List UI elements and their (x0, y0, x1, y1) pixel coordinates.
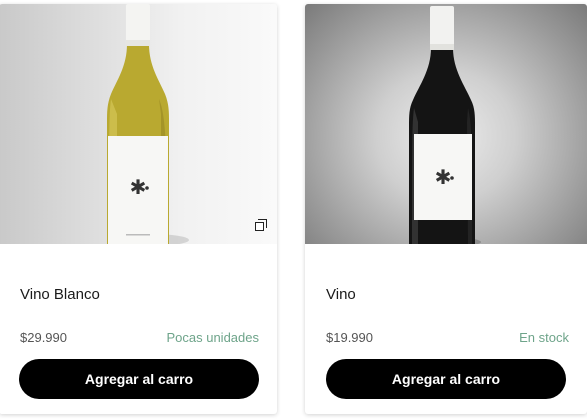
stock-status: Pocas unidades (166, 330, 259, 345)
product-title[interactable]: Vino (326, 286, 356, 303)
red-wine-bottle-image: ✱ (409, 6, 481, 244)
product-image[interactable]: ✱ (305, 4, 587, 244)
product-price: $29.990 (20, 330, 67, 345)
product-title[interactable]: Vino Blanco (20, 286, 100, 303)
add-to-cart-button[interactable]: Agregar al carro (326, 359, 566, 399)
white-wine-bottle-image: ✱ (107, 4, 189, 244)
product-price: $19.990 (326, 330, 373, 345)
stock-status: En stock (519, 330, 569, 345)
product-card[interactable]: ✱ Vino Blanco $29.990 Pocas unidades Agr… (0, 4, 277, 414)
asterisk-logo: ✱ (130, 175, 147, 199)
product-image[interactable]: ✱ (0, 4, 277, 244)
asterisk-logo: ✱ (435, 165, 452, 189)
gallery-icon[interactable] (255, 219, 267, 232)
product-card[interactable]: ✱ Vino $19.990 En stock Agregar al carro (305, 4, 587, 414)
product-grid: ✱ Vino Blanco $29.990 Pocas unidades Agr… (0, 0, 587, 420)
add-to-cart-button[interactable]: Agregar al carro (19, 359, 259, 399)
